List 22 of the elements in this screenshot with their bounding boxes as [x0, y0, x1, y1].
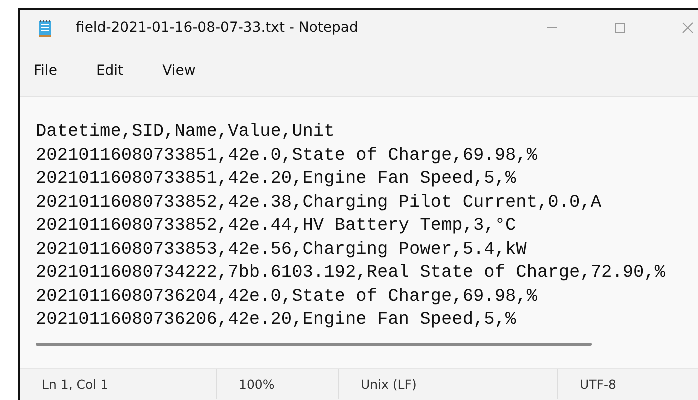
notepad-icon: [38, 19, 52, 37]
text-line: Datetime,SID,Name,Value,Unit: [36, 121, 336, 144]
menu-item[interactable]: View: [162, 59, 208, 83]
window-title: field-2021-01-16-08-07-33.txt - Notepad: [76, 20, 358, 36]
text-line: 20210116080736204,42e.0,State of Charge,69.98,%: [36, 286, 539, 308]
text-line: 20210116080733851,42e.20,Engine Fan Speed,5,%: [36, 168, 518, 191]
text-line: 20210116080733852,42e.38,Charging Pilot Current,0.0,A: [36, 192, 603, 214]
menu-item[interactable]: File: [34, 59, 70, 83]
maximize-icon: [614, 22, 626, 34]
text-line: 20210116080733853,42e.56,Charging Power,5.4,kW: [36, 238, 528, 262]
text-line: 20210116080733851,42e.0,State of Charge,69.98,%: [36, 144, 539, 168]
menu-item[interactable]: Edit: [96, 59, 136, 83]
status-item: Unix (LF): [338, 369, 557, 399]
text-editor[interactable]: [20, 97, 698, 368]
text-line: 20210116080733852,42e.44,HV Battery Temp,3,°C: [36, 215, 518, 238]
close-icon: [682, 22, 694, 34]
status-item: UTF-8: [557, 369, 677, 399]
horizontal-scrollbar[interactable]: [36, 342, 592, 346]
status-item: Ln 1, Col 1: [41, 376, 110, 394]
status-item: 100%: [216, 369, 338, 399]
text-line: 20210116080736206,42e.20,Engine Fan Speed,5,%: [36, 309, 518, 332]
text-line: 20210116080734222,7bb.6103.192,Real State of Charge,72.90,%: [36, 262, 667, 285]
